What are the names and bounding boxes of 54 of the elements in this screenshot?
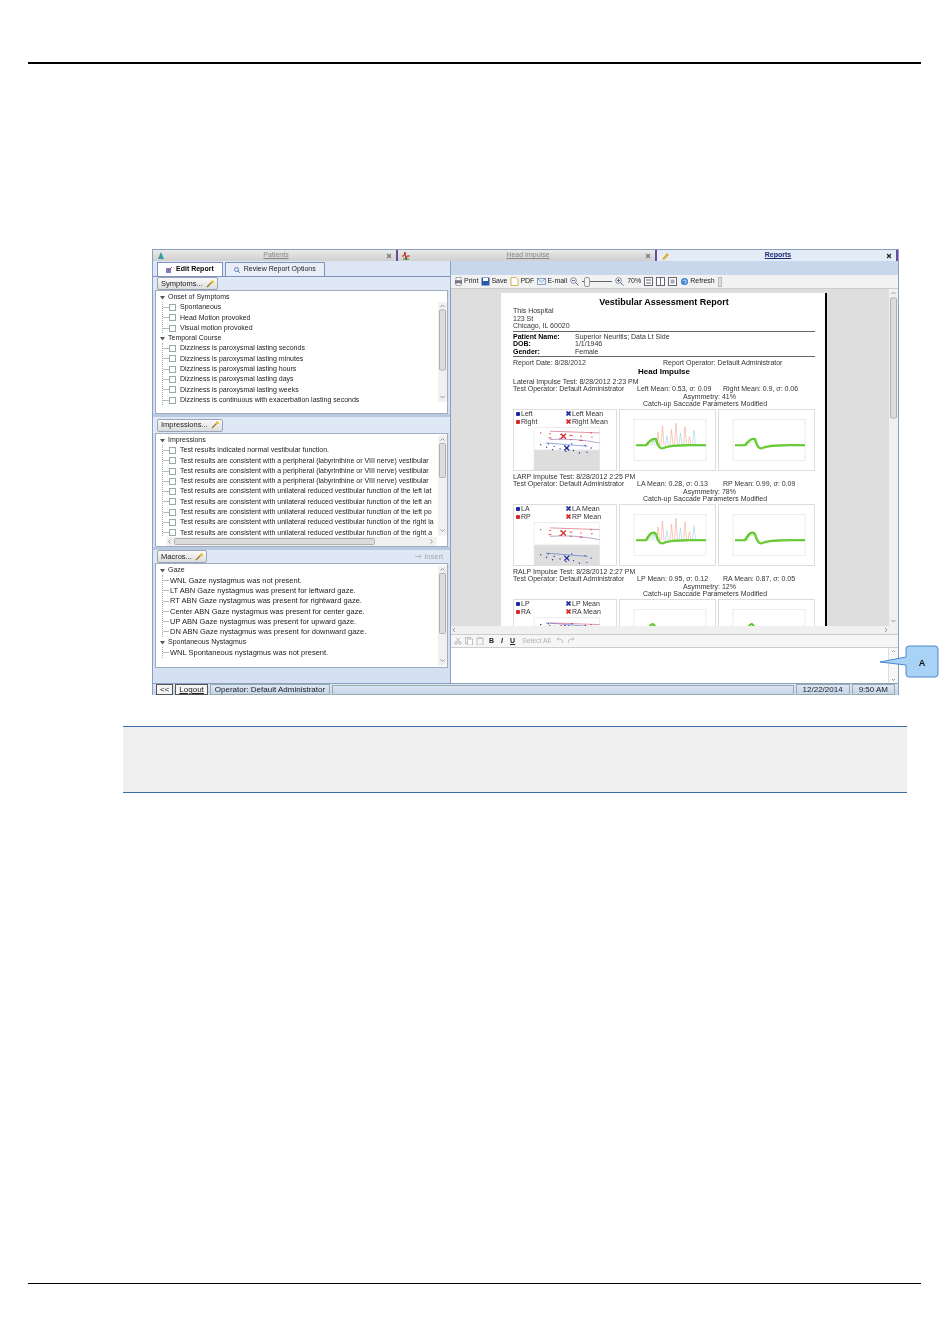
wand-icon [210,421,219,429]
expanded-arrow-icon[interactable] [160,639,165,645]
checkbox[interactable] [169,324,176,332]
checkbox[interactable] [169,314,176,322]
checkbox[interactable] [169,498,176,506]
checkbox[interactable] [169,345,176,353]
logout-button[interactable]: Logout [175,684,208,695]
checkbox[interactable] [169,519,176,526]
page-width-icon[interactable] [668,277,678,286]
checkbox[interactable] [169,488,176,496]
horizontal-scrollbar[interactable] [451,626,898,634]
checkbox[interactable] [169,467,176,475]
wand-icon [205,279,214,288]
checkbox[interactable] [169,508,176,516]
checkbox[interactable] [169,303,176,311]
report-title: Vestibular Assessment Report [598,297,730,307]
checkbox[interactable] [169,396,176,404]
checkbox[interactable] [169,446,176,454]
waveform-icon [402,250,411,261]
arrow-icon [415,554,423,559]
close-icon[interactable] [886,252,892,259]
expanded-arrow-icon[interactable] [160,335,165,341]
printer-icon [454,277,463,286]
edit-icon [166,266,172,273]
pencil-icon [661,250,670,261]
back-button[interactable]: << [156,684,174,695]
text-editor-field[interactable] [451,648,889,683]
zoom-slider[interactable] [582,276,613,287]
status-time: 9:50 AM [851,684,895,695]
expanded-arrow-icon[interactable] [160,294,165,300]
vertical-scrollbar[interactable] [438,434,447,537]
callout-marker: A [878,644,940,680]
section-heading: Head Impulse [637,366,690,376]
checkbox[interactable] [169,457,176,465]
expanded-arrow-icon[interactable] [160,567,165,573]
checkbox[interactable] [169,386,176,394]
wand-icon [194,552,203,561]
document-icon [510,277,520,286]
magnifier-icon [233,266,240,273]
zoom-out-icon[interactable] [570,277,580,286]
checkbox[interactable] [169,529,176,537]
checkbox[interactable] [169,376,176,383]
vertical-scrollbar[interactable] [438,564,447,667]
single-page-icon[interactable] [644,277,654,286]
refresh-icon [680,277,690,286]
zoom-in-icon[interactable] [615,277,625,286]
checkbox[interactable] [169,365,176,373]
checkbox[interactable] [169,355,176,363]
operator-status: Operator: Default Administrator [209,684,331,695]
checkbox[interactable] [169,477,176,485]
vertical-scrollbar[interactable] [889,289,898,626]
two-page-icon[interactable] [656,277,666,286]
status-date: 12/22/2014 [795,684,850,695]
expanded-arrow-icon[interactable] [160,437,165,443]
